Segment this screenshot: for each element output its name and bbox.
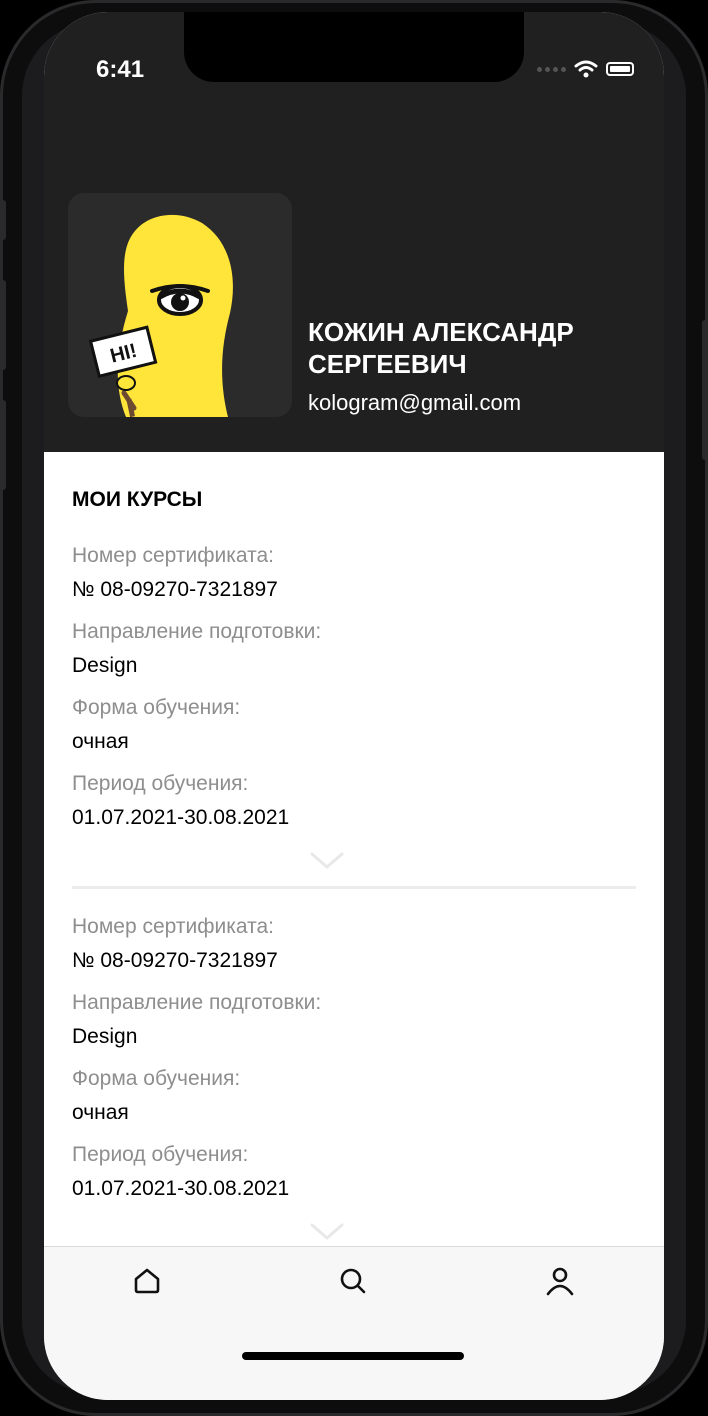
screen: 6:41 HI! КОЖИН АЛЕКСАНДР СЕРГЕЕВИЧ kolog…: [44, 12, 664, 1400]
power-button: [702, 320, 708, 460]
certificate-label: Номер сертификата:: [72, 915, 274, 938]
course-divider: [72, 886, 636, 889]
profile-header: 6:41 HI! КОЖИН АЛЕКСАНДР СЕРГЕЕВИЧ kolog…: [44, 12, 664, 452]
search-icon: [340, 1268, 366, 1294]
form-label: Форма обучения:: [72, 696, 241, 719]
direction-label: Направление подготовки:: [72, 991, 322, 1014]
user-name: КОЖИН АЛЕКСАНДР СЕРГЕЕВИЧ: [308, 317, 574, 379]
home-icon: [134, 1268, 160, 1294]
direction-label: Направление подготовки:: [72, 620, 322, 643]
certificate-value: № 08-09270-7321897: [72, 578, 278, 601]
period-label: Период обучения:: [72, 1143, 249, 1166]
tab-profile[interactable]: [540, 1261, 580, 1301]
home-indicator[interactable]: [242, 1352, 464, 1360]
chevron-down-icon[interactable]: [310, 852, 344, 870]
section-title: МОИ КУРСЫ: [72, 488, 203, 511]
certificate-label: Номер сертификата:: [72, 544, 274, 567]
certificate-value: № 08-09270-7321897: [72, 949, 278, 972]
signal-icon: [537, 66, 566, 72]
mascot-illustration: HI!: [88, 214, 233, 417]
status-icons: [537, 60, 634, 78]
volume-up-button: [0, 280, 6, 370]
wifi-icon: [574, 60, 598, 78]
period-value: 01.07.2021-30.08.2021: [72, 1177, 290, 1200]
chevron-down-icon[interactable]: [310, 1223, 344, 1241]
form-value: очная: [72, 1101, 129, 1124]
tab-search[interactable]: [333, 1261, 373, 1301]
notch: [184, 12, 524, 82]
tab-bar: [44, 1246, 664, 1400]
mute-switch: [0, 200, 6, 240]
direction-value: Design: [72, 1025, 138, 1048]
tab-home[interactable]: [127, 1261, 167, 1301]
direction-value: Design: [72, 654, 138, 677]
avatar[interactable]: HI!: [68, 193, 292, 417]
profile-icon: [546, 1267, 574, 1296]
status-time: 6:41: [96, 56, 145, 83]
period-label: Период обучения:: [72, 772, 249, 795]
form-label: Форма обучения:: [72, 1067, 241, 1090]
user-email: kologram@gmail.com: [308, 390, 522, 415]
period-value: 01.07.2021-30.08.2021: [72, 806, 290, 829]
volume-down-button: [0, 400, 6, 490]
battery-icon: [606, 62, 634, 76]
form-value: очная: [72, 730, 129, 753]
